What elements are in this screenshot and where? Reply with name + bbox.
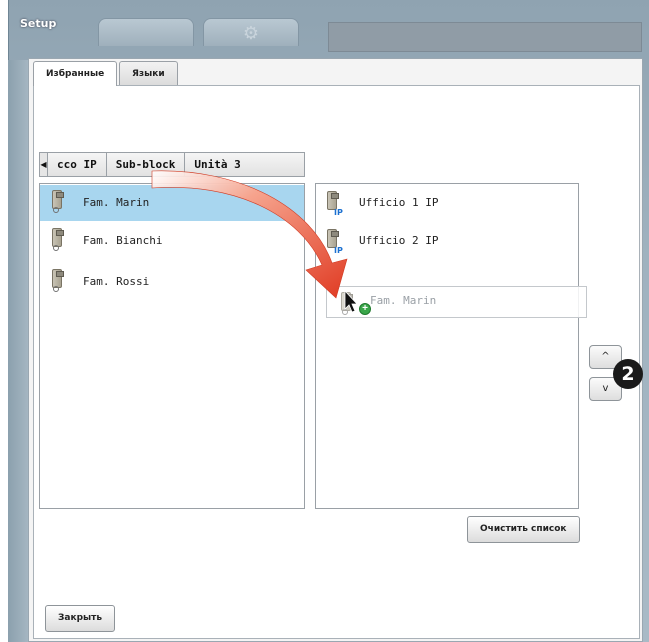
breadcrumb-item[interactable]: Unità 3 xyxy=(185,153,249,176)
breadcrumb-back-button[interactable]: ◀ xyxy=(40,153,48,176)
list-item[interactable]: Fam. Marin xyxy=(40,185,304,221)
list-item[interactable]: Fam. Bianchi xyxy=(40,223,304,259)
breadcrumb-item[interactable]: Sub-block xyxy=(107,153,186,176)
top-tab-blank[interactable] xyxy=(98,18,194,46)
drag-preview-label: Fam. Marin xyxy=(370,294,437,307)
step-marker-badge: 2 xyxy=(613,359,643,389)
ip-badge: IP xyxy=(334,246,343,255)
list-item[interactable]: Fam. Rossi xyxy=(40,264,304,300)
handset-icon xyxy=(52,228,66,251)
list-item-label: Fam. Bianchi xyxy=(83,234,163,247)
close-button[interactable]: Закрыть xyxy=(45,605,116,632)
breadcrumb: ◀ cco IP Sub-block Unità 3 xyxy=(39,152,305,177)
favorites-list: IP Ufficio 1 IP IP Ufficio 2 IP xyxy=(315,183,579,509)
top-tab-gear[interactable]: ⚙ xyxy=(203,18,299,46)
ip-handset-icon: IP xyxy=(327,191,343,217)
window-title: Setup xyxy=(20,17,57,30)
list-item-label: Ufficio 2 IP xyxy=(359,234,439,247)
list-item-label: Ufficio 1 IP xyxy=(359,196,439,209)
breadcrumb-item[interactable]: cco IP xyxy=(48,153,107,176)
left-rail xyxy=(8,60,28,642)
list-item[interactable]: IP Ufficio 1 IP xyxy=(316,185,578,221)
ip-badge: IP xyxy=(334,208,343,217)
drag-preview: + Fam. Marin xyxy=(326,286,587,318)
handset-icon xyxy=(52,190,66,213)
gear-icon: ⚙ xyxy=(242,23,260,43)
handset-icon xyxy=(341,292,355,315)
list-item[interactable]: IP Ufficio 2 IP xyxy=(316,223,578,259)
list-item-label: Fam. Rossi xyxy=(83,275,150,288)
tab-favorites[interactable]: Избранные xyxy=(33,61,118,86)
source-list: Fam. Marin Fam. Bianchi Fam. Rossi xyxy=(39,183,305,509)
clear-list-button[interactable]: Очистить список xyxy=(467,516,580,543)
tab-languages[interactable]: Языки xyxy=(119,61,178,85)
ip-handset-icon: IP xyxy=(327,229,343,255)
handset-icon xyxy=(52,269,66,292)
list-item-label: Fam. Marin xyxy=(83,196,150,209)
top-strip xyxy=(328,22,642,52)
